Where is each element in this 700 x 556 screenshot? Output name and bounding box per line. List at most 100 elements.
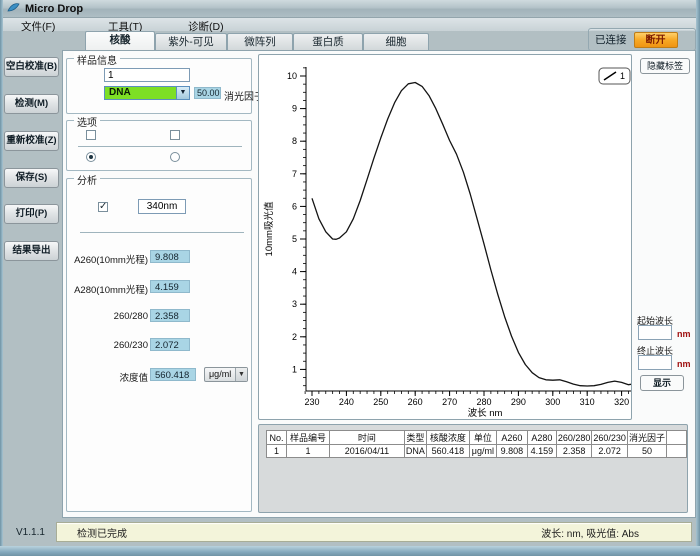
table-header-11 [666, 431, 686, 445]
unit-value: μg/ml [205, 368, 235, 381]
table-header-2: 时间 [329, 431, 404, 445]
sample-type-dropdown[interactable]: DNA ▼ [104, 86, 190, 100]
sample-id-input[interactable] [104, 68, 190, 82]
table-cell: μg/ml [469, 445, 496, 458]
status-cursor-info: 波长: nm, 吸光值: Abs [541, 525, 639, 540]
svg-text:270: 270 [442, 397, 457, 407]
table-header-0: No. [267, 431, 287, 445]
table-cell: 1 [267, 445, 287, 458]
analysis-field-value-2: 2.358 [150, 309, 190, 322]
table-cell: 9.808 [496, 445, 527, 458]
svg-text:10: 10 [287, 71, 297, 81]
analysis-field-value-0: 9.808 [150, 250, 190, 263]
app-window: Micro Drop 文件(F)工具(T)诊断(D) 已连接 断开 核酸紫外-可… [0, 0, 700, 556]
sidebar-button-4[interactable]: 打印(P) [4, 204, 59, 224]
analysis-field-value-1: 4.159 [150, 280, 190, 293]
tab-微阵列[interactable]: 微阵列 [227, 33, 293, 50]
svg-text:280: 280 [476, 397, 491, 407]
status-strip: 检测已完成 波长: nm, 吸光值: Abs [56, 522, 692, 542]
svg-text:4: 4 [292, 267, 297, 277]
analysis-field-label-0: A260(10mm光程) [58, 252, 148, 266]
table-cell: 1 [286, 445, 329, 458]
sidebar-button-2[interactable]: 重新校准(Z) [4, 131, 59, 151]
spectrum-chart: 2302402502602702802903003103203301234567… [259, 55, 631, 419]
svg-text:10mm吸光值: 10mm吸光值 [263, 201, 275, 256]
table-cell: 560.418 [426, 445, 469, 458]
tab-细胞[interactable]: 细胞 [363, 33, 429, 50]
table-cell: 2.358 [556, 445, 592, 458]
connection-box: 已连接 断开 [588, 28, 696, 51]
hide-labels-button[interactable]: 隐藏标签 [640, 58, 690, 74]
svg-text:6: 6 [292, 201, 297, 211]
table-header-8: 260/280 [556, 431, 592, 445]
table-header-7: A280 [527, 431, 556, 445]
unit-dropdown[interactable]: μg/ml ▼ [204, 367, 248, 382]
window-title: Micro Drop [25, 3, 83, 15]
table-row[interactable]: 112016/04/11DNA560.418μg/ml9.8084.1592.3… [267, 445, 687, 458]
menu-item-0[interactable]: 文件(F) [21, 19, 55, 34]
svg-text:1: 1 [292, 364, 297, 374]
status-bar: V1.1.1 检测已完成 波长: nm, 吸光值: Abs [0, 518, 700, 546]
table-header-10: 消光因子 [627, 431, 666, 445]
table-cell [666, 445, 686, 458]
analysis-wavelength-checkbox[interactable] [98, 202, 108, 212]
results-table-panel: No.样品编号时间类型核酸浓度单位A260A280260/280260/230消… [258, 424, 688, 513]
table-cell: 2.072 [592, 445, 628, 458]
status-message: 检测已完成 [77, 525, 127, 540]
sample-info-title: 样品信息 [74, 52, 120, 67]
svg-text:320: 320 [614, 397, 629, 407]
window-frame-right [696, 0, 700, 556]
title-bar: Micro Drop [0, 0, 700, 18]
svg-text:5: 5 [292, 234, 297, 244]
show-button[interactable]: 显示 [640, 375, 684, 391]
sidebar-button-0[interactable]: 空白校准(B) [4, 57, 59, 77]
chevron-down-icon: ▼ [176, 87, 189, 99]
sidebar-button-5[interactable]: 结果导出 [4, 241, 59, 261]
extinction-factor-field[interactable]: 50.00 [194, 87, 221, 99]
analysis-field-label-1: A280(10mm光程) [58, 282, 148, 296]
option-checkbox-2[interactable] [170, 130, 180, 140]
sample-type-value: DNA [105, 87, 176, 99]
connection-status: 已连接 [595, 32, 627, 47]
app-icon [7, 2, 20, 15]
concentration-value: 560.418 [150, 368, 196, 381]
analysis-divider [80, 232, 244, 233]
disconnect-button[interactable]: 断开 [634, 32, 678, 48]
end-wavelength-unit: nm [677, 359, 691, 369]
svg-text:290: 290 [511, 397, 526, 407]
chevron-down-icon: ▼ [235, 368, 247, 381]
chart-panel: 2302402502602702802903003103203301234567… [258, 54, 632, 420]
analysis-title: 分析 [74, 172, 100, 187]
svg-text:波长 nm: 波长 nm [468, 407, 503, 419]
svg-text:310: 310 [580, 397, 595, 407]
option-checkbox-1[interactable] [86, 130, 96, 140]
end-wavelength-input[interactable] [638, 355, 672, 370]
concentration-label: 浓度值 [58, 370, 148, 384]
svg-text:1: 1 [620, 71, 625, 81]
tab-strip: 核酸紫外-可见微阵列蛋白质细胞 [85, 31, 429, 50]
table-header-6: A260 [496, 431, 527, 445]
tab-紫外-可见[interactable]: 紫外-可见 [155, 33, 227, 50]
svg-text:2: 2 [292, 332, 297, 342]
analysis-wavelength-input[interactable] [138, 199, 186, 214]
tab-核酸[interactable]: 核酸 [85, 31, 155, 50]
table-cell: 2016/04/11 [329, 445, 404, 458]
start-wavelength-input[interactable] [638, 325, 672, 340]
svg-text:7: 7 [292, 169, 297, 179]
start-wavelength-unit: nm [677, 329, 691, 339]
table-header-4: 核酸浓度 [426, 431, 469, 445]
window-frame-bottom [0, 546, 700, 556]
analysis-field-label-3: 260/230 [58, 340, 148, 351]
options-divider [78, 146, 242, 147]
option-radio-1[interactable] [86, 152, 96, 162]
options-title: 选项 [74, 114, 100, 129]
table-header-5: 单位 [469, 431, 496, 445]
option-radio-2[interactable] [170, 152, 180, 162]
tab-蛋白质[interactable]: 蛋白质 [293, 33, 363, 50]
results-table: No.样品编号时间类型核酸浓度单位A260A280260/280260/230消… [266, 430, 687, 458]
table-header-3: 类型 [404, 431, 426, 445]
sidebar-button-3[interactable]: 保存(S) [4, 168, 59, 188]
svg-text:8: 8 [292, 136, 297, 146]
svg-text:3: 3 [292, 299, 297, 309]
sidebar-button-1[interactable]: 检测(M) [4, 94, 59, 114]
